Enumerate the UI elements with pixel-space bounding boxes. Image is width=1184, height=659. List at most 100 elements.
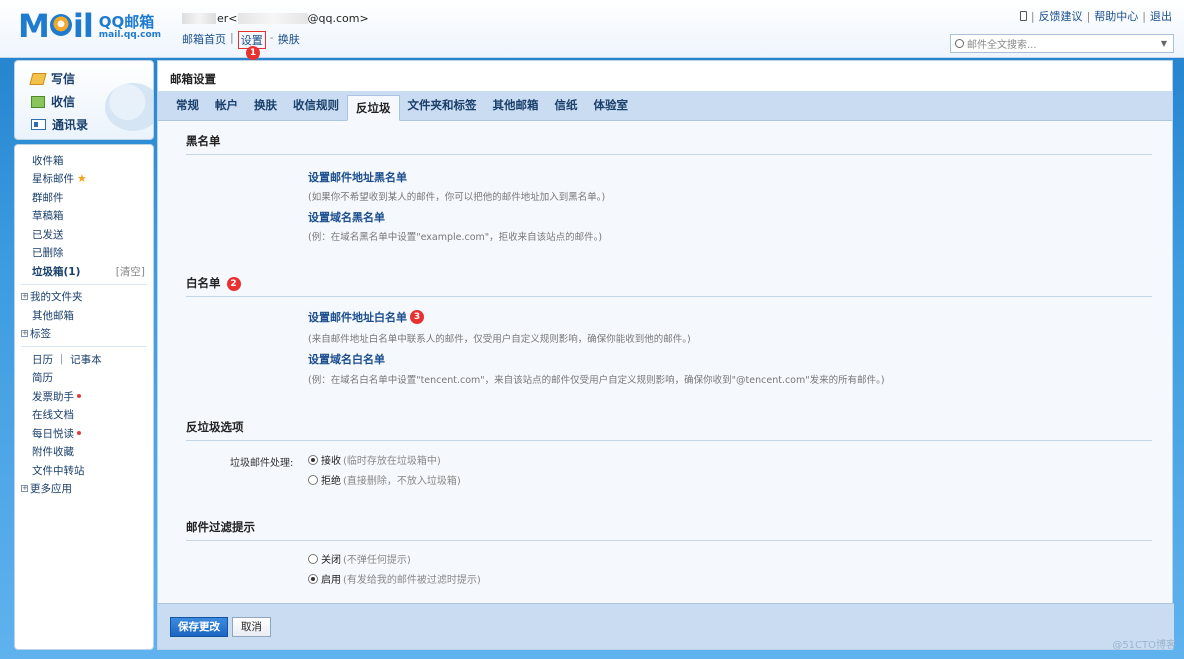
radio-accept-spam[interactable]: 接收 (临时存放在垃圾箱中) bbox=[308, 452, 441, 467]
chevron-down-icon[interactable]: ▼ bbox=[1161, 39, 1167, 48]
sidebar-item-daily[interactable]: 每日悦读 bbox=[15, 424, 153, 443]
radio-selected-icon[interactable] bbox=[308, 454, 318, 465]
radio-unselected-icon[interactable] bbox=[308, 474, 318, 485]
item-label: 更多应用 bbox=[30, 483, 72, 496]
write-label: 写信 bbox=[51, 72, 76, 86]
sidebar-item-more-apps[interactable]: + 更多应用 bbox=[15, 480, 153, 499]
radio-hint: (有发给我的邮件被过滤时提示) bbox=[343, 575, 481, 586]
expand-icon[interactable]: + bbox=[21, 293, 28, 301]
tab-other-mailbox[interactable]: 其他邮箱 bbox=[485, 90, 547, 120]
sidebar-item-attachments[interactable]: 附件收藏 bbox=[15, 443, 153, 462]
item-label: 在线文档 bbox=[32, 409, 74, 422]
new-dot-icon bbox=[77, 431, 81, 436]
sidebar-item-drafts[interactable]: 草稿箱 bbox=[15, 207, 153, 226]
sidebar-item-spam[interactable]: 垃圾箱(1) [清空] bbox=[15, 262, 153, 281]
radio-reject-spam[interactable]: 拒绝 (直接删除，不放入垃圾箱) bbox=[308, 472, 461, 487]
radio-hint: (临时存放在垃圾箱中) bbox=[343, 456, 441, 467]
sidebar-item-docs[interactable]: 在线文档 bbox=[15, 406, 153, 425]
address-whitelist-link[interactable]: 设置邮件地址白名单 bbox=[308, 309, 407, 325]
settings-panel: 邮箱设置 常规 帐户 换肤 收信规则 反垃圾 文件夹和标签 其他邮箱 信纸 体验… bbox=[157, 60, 1174, 650]
sidebar-item-inbox[interactable]: 收件箱 bbox=[15, 151, 153, 170]
sidebar-item-group[interactable]: 群邮件 bbox=[15, 188, 153, 207]
section-title: 邮件过滤提示 bbox=[186, 520, 255, 534]
settings-tabs: 常规 帐户 换肤 收信规则 反垃圾 文件夹和标签 其他邮箱 信纸 体验室 bbox=[158, 91, 1172, 121]
skin-link[interactable]: 换肤 bbox=[278, 31, 300, 49]
item-label: 标签 bbox=[30, 328, 51, 341]
save-changes-button[interactable]: 保存更改 bbox=[170, 616, 228, 637]
radio-label: 拒绝 bbox=[321, 476, 341, 487]
clear-spam-link[interactable]: [清空] bbox=[116, 264, 145, 279]
address-whitelist-desc: (来自邮件地址白名单中联系人的邮件，仅受用户自定义规则影响，确保你能收到他的邮件… bbox=[308, 334, 691, 345]
contact-card-icon bbox=[31, 119, 46, 130]
domain-whitelist-desc: (例：在域名白名单中设置"tencent.com"，来自该站点的邮件仅受用户自定… bbox=[308, 375, 885, 386]
tab-folders-tags[interactable]: 文件夹和标签 bbox=[400, 90, 485, 120]
radio-hint: (直接删除，不放入垃圾箱) bbox=[343, 476, 461, 487]
search-input[interactable]: 邮件全文搜索... ▼ bbox=[950, 34, 1174, 53]
tab-lab[interactable]: 体验室 bbox=[586, 90, 637, 120]
sidebar-item-tags[interactable]: + 标签 bbox=[15, 325, 153, 344]
divider bbox=[186, 440, 1152, 441]
logo-qq-text: QQ邮箱 bbox=[98, 13, 155, 31]
sidebar-item-deleted[interactable]: 已删除 bbox=[15, 244, 153, 263]
sidebar-item-resume[interactable]: 简历 bbox=[15, 369, 153, 388]
sidebar-item-calendar-notes[interactable]: 日历 ｜ 记事本 bbox=[15, 350, 153, 369]
item-label: 收件箱 bbox=[32, 154, 64, 167]
redacted-mask bbox=[237, 13, 308, 24]
sidebar-item-invoice[interactable]: 发票助手 bbox=[15, 387, 153, 406]
sidebar-item-starred[interactable]: 星标邮件 ★ bbox=[15, 170, 153, 189]
divider bbox=[186, 540, 1152, 541]
receive-button[interactable]: 收信 bbox=[31, 90, 153, 113]
contacts-button[interactable]: 通讯录 bbox=[31, 113, 153, 136]
separator: | bbox=[230, 31, 234, 44]
contacts-label: 通讯录 bbox=[52, 118, 89, 132]
cancel-button[interactable]: 取消 bbox=[232, 616, 271, 637]
item-label: 草稿箱 bbox=[32, 210, 64, 223]
filter-tips-title: 邮件过滤提示 bbox=[186, 515, 1152, 535]
qq-mail-logo[interactable]: Mil QQ邮箱 mail.qq.com bbox=[18, 10, 161, 42]
sidebar-item-my-folders[interactable]: + 我的文件夹 bbox=[15, 288, 153, 307]
tab-stationery[interactable]: 信纸 bbox=[547, 90, 586, 120]
tab-account[interactable]: 帐户 bbox=[207, 90, 246, 120]
sidebar-item-transfer[interactable]: 文件中转站 bbox=[15, 461, 153, 480]
logo-mail-text: Mil bbox=[18, 7, 94, 45]
separator: | bbox=[1030, 9, 1035, 23]
radio-label: 关闭 bbox=[321, 555, 341, 566]
radio-selected-icon[interactable] bbox=[308, 573, 318, 584]
sidebar: 写信 收信 通讯录 收件箱 星标邮件 ★ 群邮件 草稿箱 已发送 已删除 垃圾箱(… bbox=[14, 60, 154, 650]
divider bbox=[21, 283, 147, 285]
expand-icon[interactable]: + bbox=[21, 485, 28, 493]
user-box: er< @qq.com> 邮箱首页 | 设置 - 换肤 bbox=[182, 12, 369, 49]
sidebar-item-other-mailbox[interactable]: 其他邮箱 bbox=[15, 306, 153, 325]
tab-antispam[interactable]: 反垃圾 bbox=[347, 95, 400, 121]
tab-rules[interactable]: 收信规则 bbox=[285, 90, 347, 120]
receive-label: 收信 bbox=[51, 95, 76, 109]
radio-filter-off[interactable]: 关闭 (不弹任何提示) bbox=[308, 551, 411, 566]
item-label: 其他邮箱 bbox=[32, 309, 74, 322]
write-button[interactable]: 写信 bbox=[29, 67, 153, 90]
feedback-link[interactable]: 反馈建议 bbox=[1039, 8, 1083, 24]
radio-filter-on[interactable]: 启用 (有发给我的邮件被过滤时提示) bbox=[308, 571, 481, 586]
sidebar-item-sent[interactable]: 已发送 bbox=[15, 225, 153, 244]
item-label: 已发送 bbox=[32, 228, 64, 241]
address-blacklist-link[interactable]: 设置邮件地址黑名单 bbox=[308, 169, 407, 185]
tab-skin[interactable]: 换肤 bbox=[246, 90, 285, 120]
domain-blacklist-link[interactable]: 设置域名黑名单 bbox=[308, 209, 385, 225]
radio-unselected-icon[interactable] bbox=[308, 553, 318, 564]
divider bbox=[21, 346, 147, 347]
divider bbox=[186, 154, 1152, 155]
pencil-icon bbox=[29, 72, 47, 85]
radio-label: 启用 bbox=[321, 575, 341, 586]
mail-home-link[interactable]: 邮箱首页 bbox=[182, 31, 226, 49]
logout-link[interactable]: 退出 bbox=[1150, 8, 1172, 24]
annotation-badge-1: 1 bbox=[246, 46, 260, 60]
phone-icon[interactable] bbox=[1019, 11, 1027, 21]
expand-icon[interactable]: + bbox=[21, 330, 28, 338]
user-email: er< @qq.com> bbox=[182, 12, 369, 25]
help-link[interactable]: 帮助中心 bbox=[1094, 8, 1138, 24]
settings-content: 黑名单 设置邮件地址黑名单 (如果你不希望收到某人的邮件，你可以把他的邮件地址加… bbox=[158, 121, 1172, 605]
tab-general[interactable]: 常规 bbox=[168, 90, 207, 120]
address-blacklist-desc: (如果你不希望收到某人的邮件，你可以把他的邮件地址加入到黑名单。) bbox=[308, 192, 606, 203]
search-placeholder: 邮件全文搜索... bbox=[967, 40, 1037, 51]
domain-whitelist-link[interactable]: 设置域名白名单 bbox=[308, 351, 385, 367]
antispam-options-title: 反垃圾选项 bbox=[186, 415, 1152, 435]
